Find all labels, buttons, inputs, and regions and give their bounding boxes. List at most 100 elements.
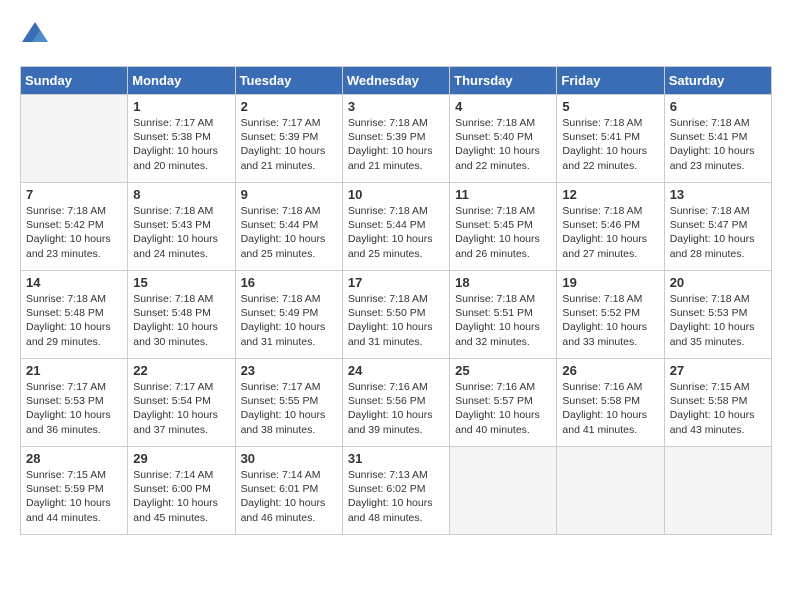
day-number: 27 (670, 363, 766, 378)
calendar-cell: 19 Sunrise: 7:18 AM Sunset: 5:52 PM Dayli… (557, 271, 664, 359)
calendar-cell: 20 Sunrise: 7:18 AM Sunset: 5:53 PM Dayli… (664, 271, 771, 359)
cell-content: Sunrise: 7:18 AM Sunset: 5:53 PM Dayligh… (670, 292, 766, 349)
cell-content: Sunrise: 7:18 AM Sunset: 5:51 PM Dayligh… (455, 292, 551, 349)
day-number: 30 (241, 451, 337, 466)
calendar-cell: 22 Sunrise: 7:17 AM Sunset: 5:54 PM Dayli… (128, 359, 235, 447)
day-number: 21 (26, 363, 122, 378)
day-number: 25 (455, 363, 551, 378)
day-number: 15 (133, 275, 229, 290)
cell-content: Sunrise: 7:18 AM Sunset: 5:47 PM Dayligh… (670, 204, 766, 261)
day-number: 28 (26, 451, 122, 466)
calendar-cell: 18 Sunrise: 7:18 AM Sunset: 5:51 PM Dayli… (450, 271, 557, 359)
calendar-cell: 4 Sunrise: 7:18 AM Sunset: 5:40 PM Daylig… (450, 95, 557, 183)
calendar-cell: 10 Sunrise: 7:18 AM Sunset: 5:44 PM Dayli… (342, 183, 449, 271)
cell-content: Sunrise: 7:15 AM Sunset: 5:58 PM Dayligh… (670, 380, 766, 437)
calendar-cell: 7Sunrise: 7:18 AM Sunset: 5:42 PM Daylig… (21, 183, 128, 271)
day-number: 12 (562, 187, 658, 202)
calendar-cell: 30 Sunrise: 7:14 AM Sunset: 6:01 PM Dayli… (235, 447, 342, 535)
cell-content: Sunrise: 7:18 AM Sunset: 5:45 PM Dayligh… (455, 204, 551, 261)
day-number: 2 (241, 99, 337, 114)
calendar-cell: 26Sunrise: 7:16 AM Sunset: 5:58 PM Dayli… (557, 359, 664, 447)
cell-content: Sunrise: 7:18 AM Sunset: 5:42 PM Dayligh… (26, 204, 122, 261)
day-number: 16 (241, 275, 337, 290)
cell-content: Sunrise: 7:16 AM Sunset: 5:57 PM Dayligh… (455, 380, 551, 437)
day-number: 13 (670, 187, 766, 202)
calendar-cell: 5 Sunrise: 7:18 AM Sunset: 5:41 PM Daylig… (557, 95, 664, 183)
day-number: 23 (241, 363, 337, 378)
cell-content: Sunrise: 7:14 AM Sunset: 6:00 PM Dayligh… (133, 468, 229, 525)
logo (20, 20, 54, 50)
calendar-table: SundayMondayTuesdayWednesdayThursdayFrid… (20, 66, 772, 535)
cell-content: Sunrise: 7:18 AM Sunset: 5:43 PM Dayligh… (133, 204, 229, 261)
day-header-saturday: Saturday (664, 67, 771, 95)
cell-content: Sunrise: 7:17 AM Sunset: 5:54 PM Dayligh… (133, 380, 229, 437)
calendar-cell: 6 Sunrise: 7:18 AM Sunset: 5:41 PM Daylig… (664, 95, 771, 183)
calendar-cell: 23 Sunrise: 7:17 AM Sunset: 5:55 PM Dayli… (235, 359, 342, 447)
cell-content: Sunrise: 7:13 AM Sunset: 6:02 PM Dayligh… (348, 468, 444, 525)
day-number: 10 (348, 187, 444, 202)
calendar-cell: 28 Sunrise: 7:15 AM Sunset: 5:59 PM Dayli… (21, 447, 128, 535)
cell-content: Sunrise: 7:15 AM Sunset: 5:59 PM Dayligh… (26, 468, 122, 525)
cell-content: Sunrise: 7:18 AM Sunset: 5:41 PM Dayligh… (562, 116, 658, 173)
day-number: 8 (133, 187, 229, 202)
day-number: 18 (455, 275, 551, 290)
calendar-cell (21, 95, 128, 183)
cell-content: Sunrise: 7:18 AM Sunset: 5:44 PM Dayligh… (241, 204, 337, 261)
calendar-cell: 11 Sunrise: 7:18 AM Sunset: 5:45 PM Dayli… (450, 183, 557, 271)
calendar-cell: 27 Sunrise: 7:15 AM Sunset: 5:58 PM Dayli… (664, 359, 771, 447)
day-number: 17 (348, 275, 444, 290)
calendar-cell: 2 Sunrise: 7:17 AM Sunset: 5:39 PM Daylig… (235, 95, 342, 183)
cell-content: Sunrise: 7:16 AM Sunset: 5:58 PM Dayligh… (562, 380, 658, 437)
day-number: 29 (133, 451, 229, 466)
cell-content: Sunrise: 7:18 AM Sunset: 5:50 PM Dayligh… (348, 292, 444, 349)
day-number: 19 (562, 275, 658, 290)
cell-content: Sunrise: 7:14 AM Sunset: 6:01 PM Dayligh… (241, 468, 337, 525)
cell-content: Sunrise: 7:17 AM Sunset: 5:39 PM Dayligh… (241, 116, 337, 173)
calendar-cell: 3 Sunrise: 7:18 AM Sunset: 5:39 PM Daylig… (342, 95, 449, 183)
day-number: 6 (670, 99, 766, 114)
cell-content: Sunrise: 7:18 AM Sunset: 5:49 PM Dayligh… (241, 292, 337, 349)
calendar-cell (450, 447, 557, 535)
day-header-tuesday: Tuesday (235, 67, 342, 95)
day-number: 20 (670, 275, 766, 290)
cell-content: Sunrise: 7:16 AM Sunset: 5:56 PM Dayligh… (348, 380, 444, 437)
logo-icon (20, 20, 50, 50)
calendar-cell: 16 Sunrise: 7:18 AM Sunset: 5:49 PM Dayli… (235, 271, 342, 359)
day-header-sunday: Sunday (21, 67, 128, 95)
calendar-cell (557, 447, 664, 535)
calendar-cell: 1 Sunrise: 7:17 AM Sunset: 5:38 PM Daylig… (128, 95, 235, 183)
cell-content: Sunrise: 7:18 AM Sunset: 5:52 PM Dayligh… (562, 292, 658, 349)
day-number: 1 (133, 99, 229, 114)
calendar-cell: 13 Sunrise: 7:18 AM Sunset: 5:47 PM Dayli… (664, 183, 771, 271)
calendar-cell: 25 Sunrise: 7:16 AM Sunset: 5:57 PM Dayli… (450, 359, 557, 447)
day-number: 3 (348, 99, 444, 114)
calendar-cell: 8 Sunrise: 7:18 AM Sunset: 5:43 PM Daylig… (128, 183, 235, 271)
calendar-cell: 29 Sunrise: 7:14 AM Sunset: 6:00 PM Dayli… (128, 447, 235, 535)
calendar-cell: 12Sunrise: 7:18 AM Sunset: 5:46 PM Dayli… (557, 183, 664, 271)
day-header-wednesday: Wednesday (342, 67, 449, 95)
cell-content: Sunrise: 7:18 AM Sunset: 5:39 PM Dayligh… (348, 116, 444, 173)
cell-content: Sunrise: 7:17 AM Sunset: 5:38 PM Dayligh… (133, 116, 229, 173)
day-number: 22 (133, 363, 229, 378)
day-number: 9 (241, 187, 337, 202)
calendar-cell: 31 Sunrise: 7:13 AM Sunset: 6:02 PM Dayli… (342, 447, 449, 535)
day-number: 24 (348, 363, 444, 378)
page-header (20, 20, 772, 50)
cell-content: Sunrise: 7:18 AM Sunset: 5:44 PM Dayligh… (348, 204, 444, 261)
day-number: 5 (562, 99, 658, 114)
cell-content: Sunrise: 7:17 AM Sunset: 5:53 PM Dayligh… (26, 380, 122, 437)
calendar-cell: 24 Sunrise: 7:16 AM Sunset: 5:56 PM Dayli… (342, 359, 449, 447)
calendar-cell (664, 447, 771, 535)
calendar-cell: 21 Sunrise: 7:17 AM Sunset: 5:53 PM Dayli… (21, 359, 128, 447)
day-number: 4 (455, 99, 551, 114)
day-number: 11 (455, 187, 551, 202)
calendar-cell: 14Sunrise: 7:18 AM Sunset: 5:48 PM Dayli… (21, 271, 128, 359)
day-header-friday: Friday (557, 67, 664, 95)
cell-content: Sunrise: 7:17 AM Sunset: 5:55 PM Dayligh… (241, 380, 337, 437)
day-header-monday: Monday (128, 67, 235, 95)
cell-content: Sunrise: 7:18 AM Sunset: 5:40 PM Dayligh… (455, 116, 551, 173)
cell-content: Sunrise: 7:18 AM Sunset: 5:41 PM Dayligh… (670, 116, 766, 173)
day-header-thursday: Thursday (450, 67, 557, 95)
day-number: 31 (348, 451, 444, 466)
calendar-cell: 9 Sunrise: 7:18 AM Sunset: 5:44 PM Daylig… (235, 183, 342, 271)
